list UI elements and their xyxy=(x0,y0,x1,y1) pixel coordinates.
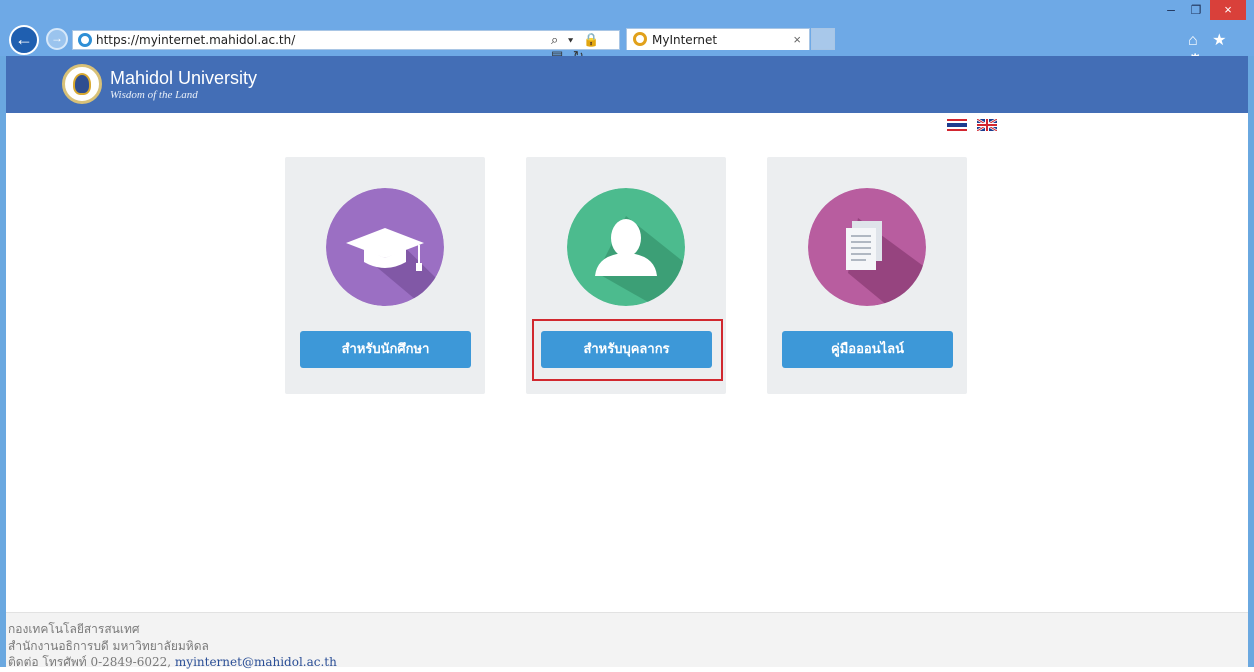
address-bar[interactable]: https://myinternet.mahidol.ac.th/ ⌕ ▾ 🔒 … xyxy=(72,30,620,63)
browser-chrome: ← → https://myinternet.mahidol.ac.th/ ⌕ … xyxy=(0,0,1254,69)
tab-title: MyInternet xyxy=(652,33,718,47)
brand-name[interactable]: Mahidol University xyxy=(110,68,257,89)
brand-tagline: Wisdom of the Land xyxy=(110,89,198,101)
thai-flag-icon[interactable] xyxy=(947,119,967,131)
site-header: Mahidol University Wisdom of the Land xyxy=(6,56,1248,113)
window-close-button[interactable]: × xyxy=(1210,0,1246,20)
seal-emblem xyxy=(73,73,91,95)
tab-close-icon[interactable]: × xyxy=(793,32,801,47)
graduation-cap-icon[interactable] xyxy=(326,188,444,306)
manual-button[interactable]: คู่มือออนไลน์ xyxy=(782,331,953,368)
url-text[interactable]: https://myinternet.mahidol.ac.th/ xyxy=(96,33,295,47)
ie-page-icon xyxy=(78,33,92,47)
manual-card: คู่มือออนไลน์ xyxy=(767,157,967,394)
tab-favicon-icon xyxy=(633,32,647,46)
university-seal-icon[interactable] xyxy=(62,64,102,104)
student-button[interactable]: สำหรับนักศึกษา xyxy=(300,331,471,368)
document-icon[interactable] xyxy=(808,188,926,306)
selection-highlight xyxy=(532,319,723,381)
browser-tab[interactable]: MyInternet × xyxy=(626,28,810,50)
restore-button[interactable]: ❐ xyxy=(1185,2,1207,20)
forward-button[interactable]: → xyxy=(46,28,68,50)
new-tab-button[interactable] xyxy=(811,28,835,50)
back-button[interactable]: ← xyxy=(9,25,39,55)
forward-arrow-icon: → xyxy=(51,31,63,45)
footer-contact: ติดต่อ โทรศัพท์ 0-2849-6022, myinternet@… xyxy=(8,653,337,672)
student-card: สำหรับนักศึกษา xyxy=(285,157,485,394)
minimize-button[interactable]: – xyxy=(1160,2,1182,20)
page-footer: กองเทคโนโลยีสารสนเทศ สำนักงานอธิการบดี ม… xyxy=(6,612,1248,669)
back-arrow-icon: ← xyxy=(15,29,33,49)
person-icon[interactable] xyxy=(567,188,685,306)
uk-flag-icon[interactable] xyxy=(977,119,997,131)
